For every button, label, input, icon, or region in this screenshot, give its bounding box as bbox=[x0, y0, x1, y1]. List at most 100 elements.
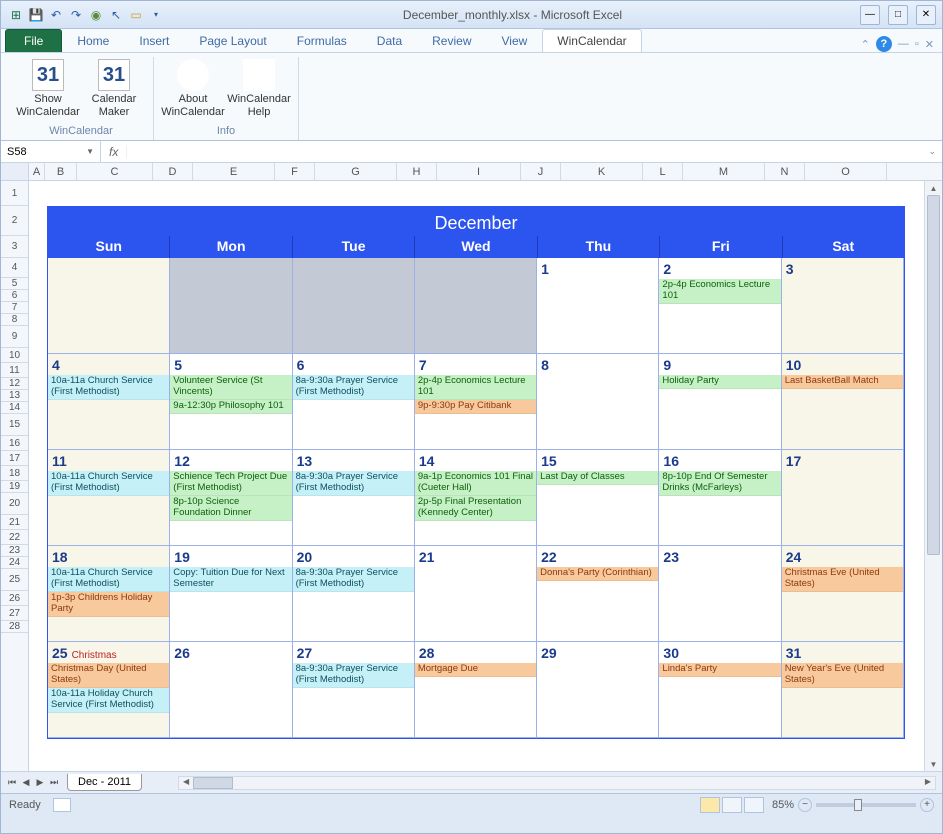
row-header[interactable]: 11 bbox=[1, 363, 28, 378]
calendar-cell[interactable]: 10Last BasketBall Match bbox=[782, 354, 904, 450]
row-header[interactable]: 20 bbox=[1, 493, 28, 515]
calendar-event[interactable]: 9p-9:30p Pay Citibank bbox=[415, 400, 536, 414]
row-header[interactable]: 28 bbox=[1, 621, 28, 633]
scroll-down-icon[interactable]: ▼ bbox=[925, 757, 942, 771]
calendar-event[interactable]: Mortgage Due bbox=[415, 663, 536, 677]
normal-view-button[interactable] bbox=[700, 797, 720, 813]
calendar-event[interactable]: 2p-4p Economics Lecture 101 bbox=[659, 279, 780, 304]
row-header[interactable]: 1 bbox=[1, 181, 28, 206]
calendar-cell[interactable]: 28Mortgage Due bbox=[415, 642, 537, 738]
row-header[interactable]: 15 bbox=[1, 414, 28, 436]
calendar-cell[interactable]: 24Christmas Eve (United States) bbox=[782, 546, 904, 642]
calendar-cell[interactable] bbox=[170, 258, 292, 354]
row-header[interactable]: 21 bbox=[1, 515, 28, 530]
sheet-nav-last-icon[interactable]: ⏭ bbox=[47, 775, 61, 791]
row-header[interactable]: 24 bbox=[1, 557, 28, 569]
calendar-cell[interactable]: 68a-9:30a Prayer Service (First Methodis… bbox=[293, 354, 415, 450]
row-header[interactable]: 2 bbox=[1, 206, 28, 236]
horizontal-scrollbar[interactable]: ◀ ▶ bbox=[178, 776, 936, 790]
column-header[interactable]: J bbox=[521, 163, 561, 180]
redo-icon[interactable]: ↷ bbox=[67, 6, 85, 24]
fx-icon[interactable]: fx bbox=[101, 145, 127, 159]
workbook-close-icon[interactable]: ✕ bbox=[925, 38, 934, 51]
column-header[interactable]: F bbox=[275, 163, 315, 180]
calendar-event[interactable]: 10a-11a Holiday Church Service (First Me… bbox=[48, 688, 169, 713]
scroll-up-icon[interactable]: ▲ bbox=[925, 181, 942, 195]
calendar-event[interactable]: 2p-5p Final Presentation (Kennedy Center… bbox=[415, 496, 536, 521]
row-header[interactable]: 8 bbox=[1, 314, 28, 326]
zoom-knob[interactable] bbox=[854, 799, 862, 811]
calendar-cell[interactable]: 168p-10p End Of Semester Drinks (McFarle… bbox=[659, 450, 781, 546]
calendar-cell[interactable]: 23 bbox=[659, 546, 781, 642]
calendar-event[interactable]: Donna's Party (Corinthian) bbox=[537, 567, 658, 581]
row-header[interactable]: 26 bbox=[1, 591, 28, 606]
column-header[interactable]: D bbox=[153, 163, 193, 180]
calendar-cell[interactable]: 22p-4p Economics Lecture 101 bbox=[659, 258, 781, 354]
row-header[interactable]: 27 bbox=[1, 606, 28, 621]
qat-dropdown-icon[interactable]: ▾ bbox=[147, 6, 165, 24]
row-header[interactable]: 10 bbox=[1, 348, 28, 363]
tab-file[interactable]: File bbox=[5, 29, 62, 52]
calendar-event[interactable]: 8p-10p Science Foundation Dinner bbox=[170, 496, 291, 521]
calendar-cell[interactable]: 21 bbox=[415, 546, 537, 642]
row-header[interactable]: 17 bbox=[1, 451, 28, 466]
row-header[interactable]: 12 bbox=[1, 378, 28, 390]
calendar-cell[interactable]: 5Volunteer Service (St Vincents)9a-12:30… bbox=[170, 354, 292, 450]
about-wincalendar-button[interactable]: i About WinCalendar bbox=[162, 57, 224, 123]
column-header[interactable]: I bbox=[437, 163, 521, 180]
expand-formula-icon[interactable]: ⌄ bbox=[922, 146, 942, 157]
select-all-button[interactable] bbox=[1, 163, 29, 180]
calendar-event[interactable]: Last Day of Classes bbox=[537, 471, 658, 485]
calendar-event[interactable]: 10a-11a Church Service (First Methodist) bbox=[48, 471, 169, 496]
column-header[interactable]: N bbox=[765, 163, 805, 180]
calendar-event[interactable]: 8a-9:30a Prayer Service (First Methodist… bbox=[293, 663, 414, 688]
tab-data[interactable]: Data bbox=[362, 29, 417, 52]
row-header[interactable]: 6 bbox=[1, 290, 28, 302]
calendar-event[interactable]: 2p-4p Economics Lecture 101 bbox=[415, 375, 536, 400]
calendar-event[interactable]: 8a-9:30a Prayer Service (First Methodist… bbox=[293, 471, 414, 496]
calendar-cell[interactable]: 1 bbox=[537, 258, 659, 354]
help-icon[interactable]: ? bbox=[876, 36, 892, 52]
close-button[interactable]: ✕ bbox=[916, 5, 936, 25]
sheet-nav-next-icon[interactable]: ▶ bbox=[33, 775, 47, 791]
calendar-event[interactable]: Schience Tech Project Due (First Methodi… bbox=[170, 471, 291, 496]
tab-review[interactable]: Review bbox=[417, 29, 486, 52]
calendar-cell[interactable] bbox=[48, 258, 170, 354]
tab-view[interactable]: View bbox=[487, 29, 543, 52]
calendar-cell[interactable] bbox=[293, 258, 415, 354]
minimize-button[interactable]: — bbox=[860, 5, 880, 25]
column-header[interactable]: G bbox=[315, 163, 397, 180]
calendar-event[interactable]: 10a-11a Church Service (First Methodist) bbox=[48, 375, 169, 400]
row-header[interactable]: 25 bbox=[1, 569, 28, 591]
calendar-cell[interactable]: 17 bbox=[782, 450, 904, 546]
sheet-nav-prev-icon[interactable]: ◀ bbox=[19, 775, 33, 791]
ribbon-collapse-icon[interactable]: ⌃ bbox=[861, 38, 870, 51]
column-header[interactable]: B bbox=[45, 163, 77, 180]
tab-page-layout[interactable]: Page Layout bbox=[184, 29, 281, 52]
calendar-cell[interactable]: 9Holiday Party bbox=[659, 354, 781, 450]
column-header[interactable]: H bbox=[397, 163, 437, 180]
show-wincalendar-button[interactable]: 31 Show WinCalendar bbox=[17, 57, 79, 123]
column-header[interactable]: O bbox=[805, 163, 887, 180]
calendar-cell[interactable]: 8 bbox=[537, 354, 659, 450]
column-header[interactable]: C bbox=[77, 163, 153, 180]
scroll-thumb[interactable] bbox=[193, 777, 233, 789]
calendar-cell[interactable]: 278a-9:30a Prayer Service (First Methodi… bbox=[293, 642, 415, 738]
vertical-scrollbar[interactable]: ▲ ▼ bbox=[924, 181, 942, 771]
calendar-maker-button[interactable]: 31 Calendar Maker bbox=[83, 57, 145, 123]
open-icon[interactable]: ▭ bbox=[127, 6, 145, 24]
workbook-minimize-icon[interactable]: — bbox=[898, 38, 909, 50]
calendar-event[interactable]: Holiday Party bbox=[659, 375, 780, 389]
undo-icon[interactable]: ↶ bbox=[47, 6, 65, 24]
zoom-slider[interactable] bbox=[816, 803, 916, 807]
excel-icon[interactable]: ⊞ bbox=[7, 6, 25, 24]
row-header[interactable]: 7 bbox=[1, 302, 28, 314]
calendar-cell[interactable]: 31New Year's Eve (United States) bbox=[782, 642, 904, 738]
calendar-event[interactable]: Copy: Tuition Due for Next Semester bbox=[170, 567, 291, 592]
calendar-event[interactable]: Last BasketBall Match bbox=[782, 375, 903, 389]
calendar-cell[interactable]: 208a-9:30a Prayer Service (First Methodi… bbox=[293, 546, 415, 642]
row-header[interactable]: 3 bbox=[1, 236, 28, 258]
tab-home[interactable]: Home bbox=[62, 29, 124, 52]
zoom-out-button[interactable]: − bbox=[798, 798, 812, 812]
calendar-cell[interactable] bbox=[415, 258, 537, 354]
